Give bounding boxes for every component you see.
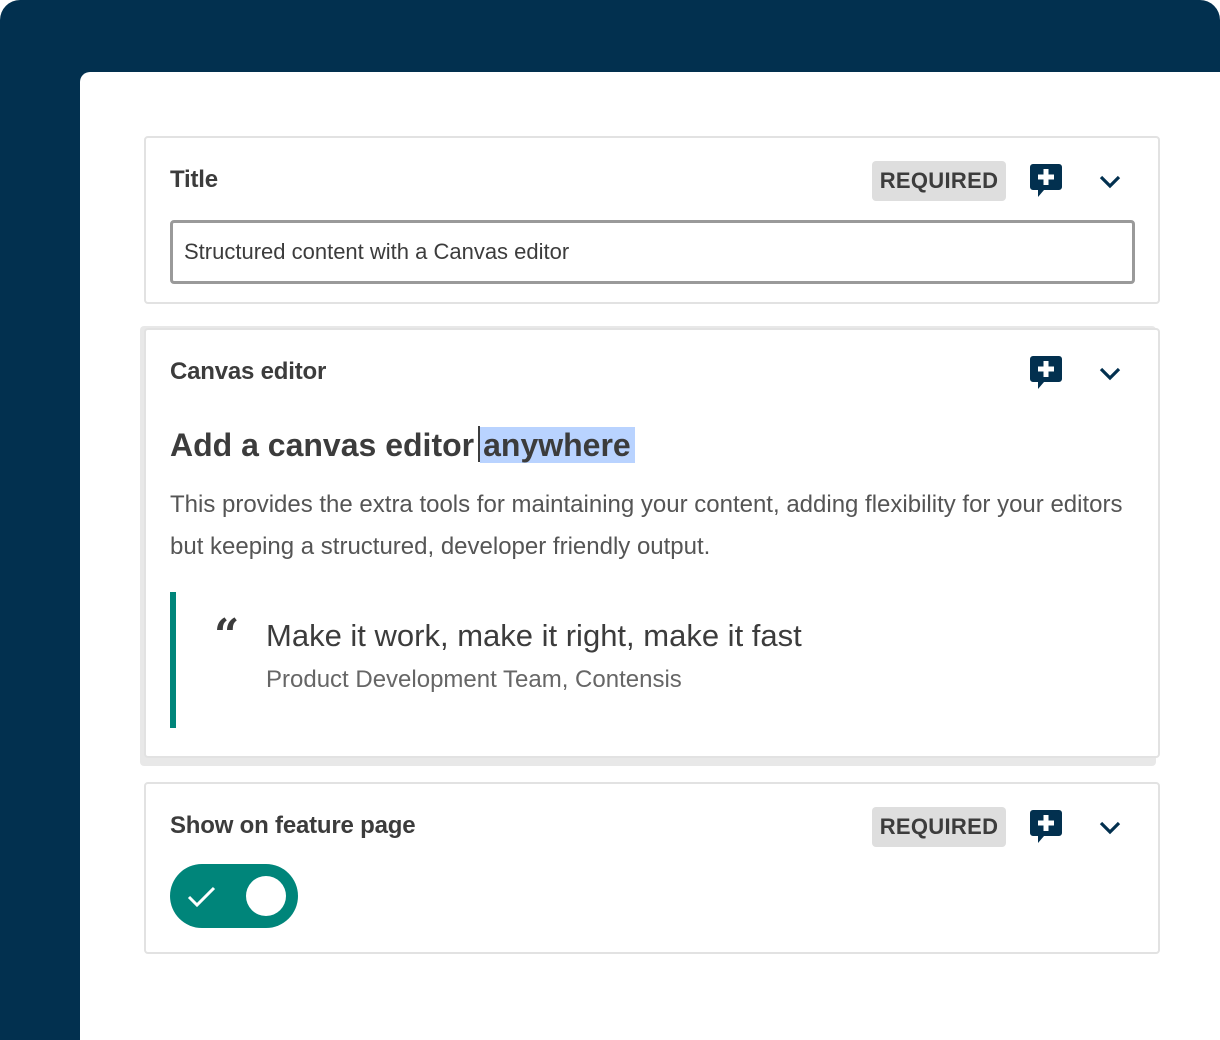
add-comment-button[interactable]: [1030, 164, 1062, 198]
chevron-down-icon: [1099, 367, 1121, 381]
check-icon: [187, 886, 216, 908]
chevron-down-icon: [1099, 821, 1121, 835]
chevron-down-icon: [1099, 175, 1121, 189]
selected-text: anywhere: [480, 427, 635, 463]
add-comment-button[interactable]: [1030, 356, 1062, 390]
comment-plus-icon: [1030, 356, 1062, 389]
feature-field-label: Show on feature page: [170, 812, 416, 839]
title-input[interactable]: [170, 220, 1135, 284]
heading-text: Add a canvas editor: [170, 427, 475, 463]
feature-field-card: Show on feature page REQUIRED: [144, 782, 1160, 954]
title-field-label: Title: [170, 166, 218, 193]
quote-icon: “: [214, 610, 240, 661]
title-field-card: Title REQUIRED: [144, 136, 1160, 304]
required-badge: REQUIRED: [872, 807, 1006, 847]
canvas-heading[interactable]: Add a canvas editor anywhere: [170, 426, 635, 464]
collapse-button[interactable]: [1096, 818, 1124, 838]
required-badge: REQUIRED: [872, 161, 1006, 201]
comment-plus-icon: [1030, 810, 1062, 843]
canvas-paragraph[interactable]: This provides the extra tools for mainta…: [170, 484, 1140, 568]
quote-citation: Product Development Team, Contensis: [266, 666, 682, 693]
add-comment-button[interactable]: [1030, 810, 1062, 844]
quote-text: Make it work, make it right, make it fas…: [266, 618, 802, 653]
canvas-quote-block[interactable]: “ Make it work, make it right, make it f…: [170, 592, 870, 728]
feature-page-toggle[interactable]: [170, 864, 298, 928]
editor-sheet: Title REQUIRED Canvas editor: [80, 72, 1220, 1040]
toggle-knob: [246, 876, 286, 916]
collapse-button[interactable]: [1096, 364, 1124, 384]
canvas-field-label: Canvas editor: [170, 358, 327, 385]
collapse-button[interactable]: [1096, 172, 1124, 192]
canvas-field-card: Canvas editor Add a canvas editor anywher…: [144, 328, 1160, 758]
comment-plus-icon: [1030, 164, 1062, 197]
